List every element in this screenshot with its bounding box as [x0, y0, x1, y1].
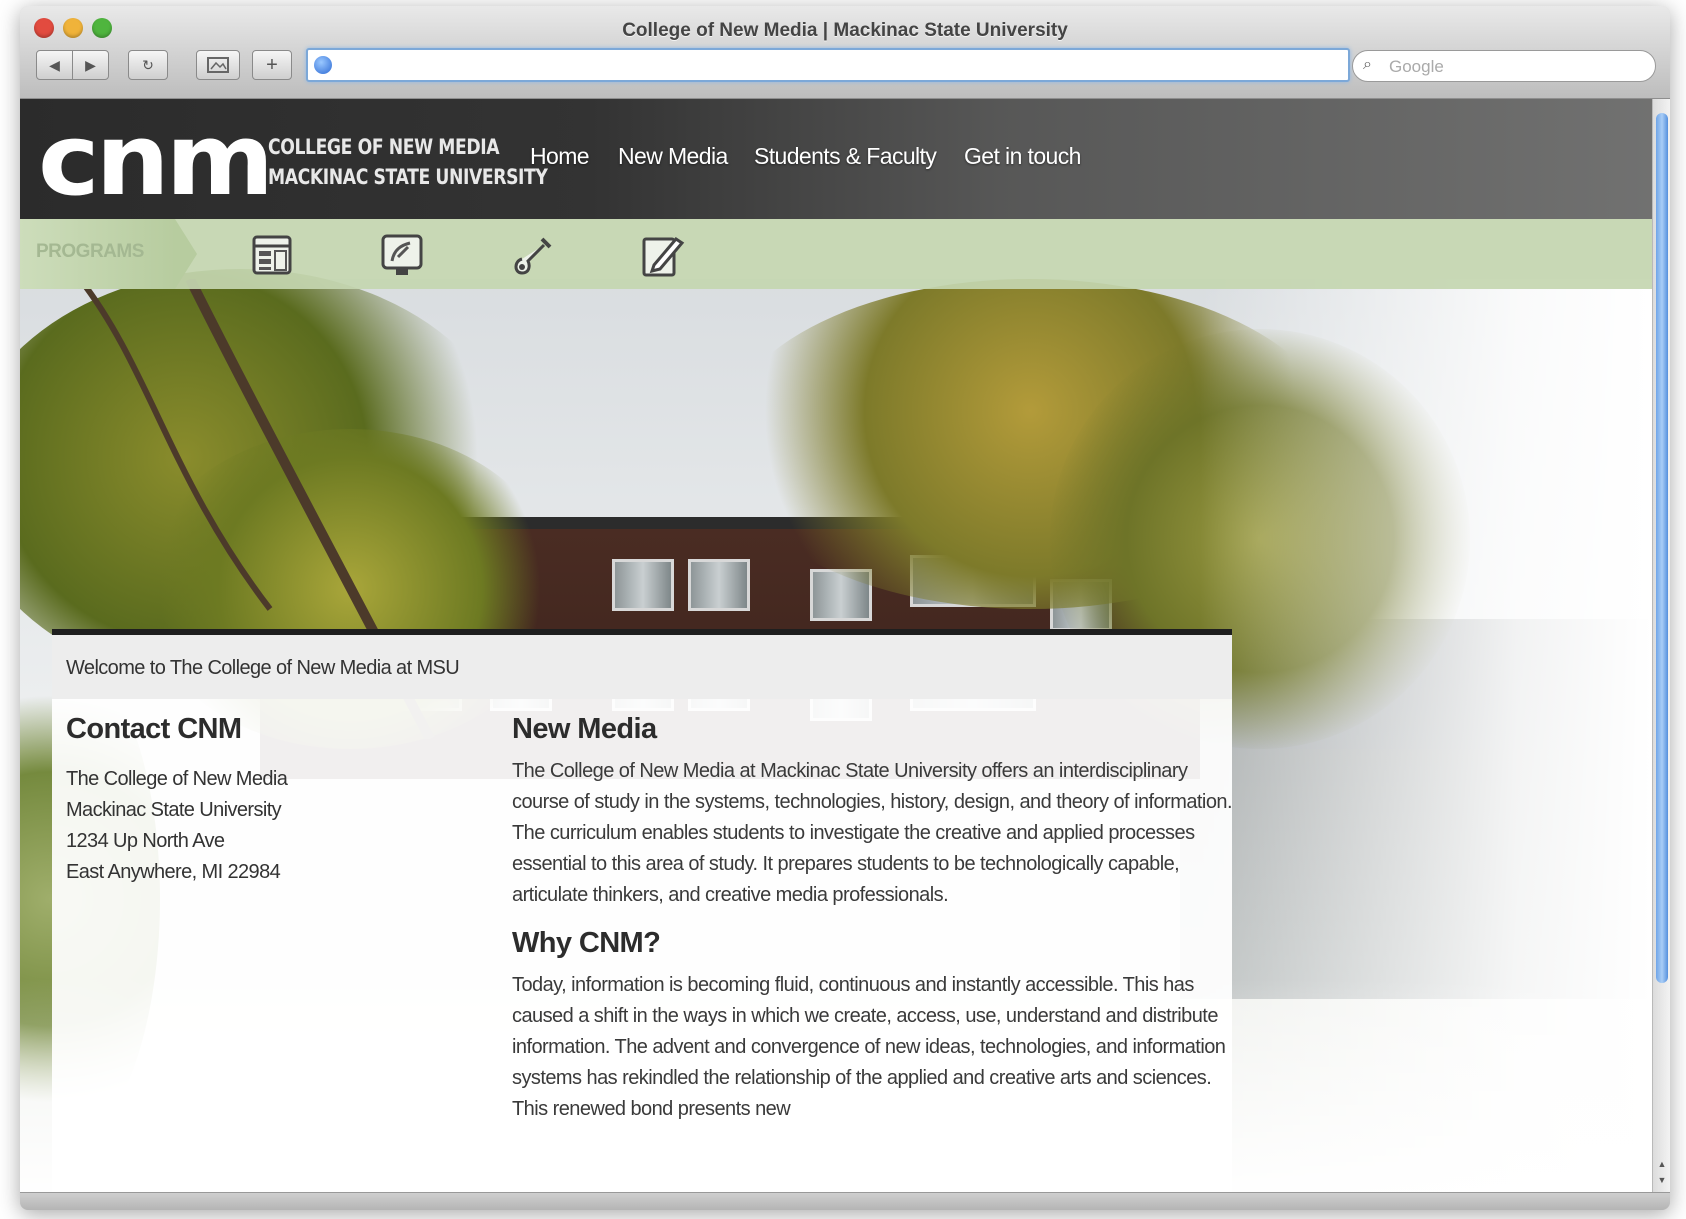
welcome-text: Welcome to The College of New Media at M…	[66, 657, 460, 679]
main-column: New Media The College of New Media at Ma…	[512, 713, 1233, 1141]
monitor-design-icon[interactable]	[378, 231, 426, 279]
plus-icon: +	[266, 53, 278, 76]
section-title-why-cnm: Why CNM?	[512, 927, 661, 959]
vertical-scrollbar[interactable]: ▲ ▼	[1652, 99, 1670, 1192]
globe-icon	[314, 56, 332, 74]
layout-grid-icon[interactable]	[248, 231, 296, 279]
search-field[interactable]: ⌕ Google	[1352, 50, 1656, 82]
address-line: 1234 Up North Ave	[66, 830, 225, 852]
welcome-bar: Welcome to The College of New Media at M…	[52, 635, 1232, 699]
contact-title: Contact CNM	[66, 713, 242, 745]
snapshot-icon	[207, 57, 229, 73]
programs-label: PROGRAMS	[36, 241, 144, 262]
pencil-notepad-icon[interactable]	[638, 231, 686, 279]
address-line: Mackinac State University	[66, 799, 282, 821]
scroll-up-arrow-icon[interactable]: ▲	[1656, 1159, 1668, 1169]
logo-university-name: MACKINAC STATE UNIVERSITY	[268, 165, 548, 189]
section-body-why-cnm: Today, information is becoming fluid, co…	[512, 974, 1226, 1120]
section-body-new-media: The College of New Media at Mackinac Sta…	[512, 760, 1233, 906]
page-viewport: cnm COLLEGE OF NEW MEDIA MACKINAC STATE …	[20, 99, 1652, 1192]
content-panel: Welcome to The College of New Media at M…	[52, 629, 1233, 1192]
programs-bar: PROGRAMS	[20, 219, 1652, 289]
status-bar	[20, 1192, 1670, 1210]
scroll-down-arrow-icon[interactable]: ▼	[1656, 1175, 1668, 1185]
address-line: East Anywhere, MI 22984	[66, 861, 281, 883]
nav-students-faculty[interactable]: Students & Faculty	[754, 143, 937, 170]
window-title: College of New Media | Mackinac State Un…	[622, 20, 1068, 41]
title-bar: College of New Media | Mackinac State Un…	[20, 6, 1670, 99]
nav-home[interactable]: Home	[530, 143, 590, 170]
search-placeholder: Google	[1389, 57, 1444, 76]
forward-button[interactable]: ▶	[72, 50, 109, 80]
site-header: cnm COLLEGE OF NEW MEDIA MACKINAC STATE …	[20, 99, 1652, 219]
programs-tab[interactable]: PROGRAMS	[20, 219, 197, 289]
reload-icon: ↻	[142, 56, 154, 73]
cnm-logo[interactable]: cnm	[38, 108, 274, 213]
section-title-new-media: New Media	[512, 713, 657, 745]
scroll-thumb[interactable]	[1656, 113, 1668, 983]
nav-get-in-touch[interactable]: Get in touch	[964, 143, 1081, 170]
browser-window: College of New Media | Mackinac State Un…	[20, 6, 1670, 1210]
address-line: The College of New Media	[66, 768, 288, 790]
add-bookmark-button[interactable]: +	[252, 50, 292, 80]
snapshot-button[interactable]	[196, 50, 240, 80]
back-arrow-icon: ◀	[49, 56, 60, 73]
logo-college-name: COLLEGE OF NEW MEDIA	[268, 135, 500, 159]
contact-column: Contact CNM The College of New Media Mac…	[66, 713, 426, 888]
search-icon: ⌕	[1363, 56, 1372, 73]
reload-button[interactable]: ↻	[128, 50, 168, 80]
nav-new-media[interactable]: New Media	[618, 143, 728, 170]
back-button[interactable]: ◀	[36, 50, 73, 80]
address-bar[interactable]	[306, 48, 1350, 82]
guitar-icon[interactable]	[508, 231, 556, 279]
forward-arrow-icon: ▶	[85, 56, 96, 73]
